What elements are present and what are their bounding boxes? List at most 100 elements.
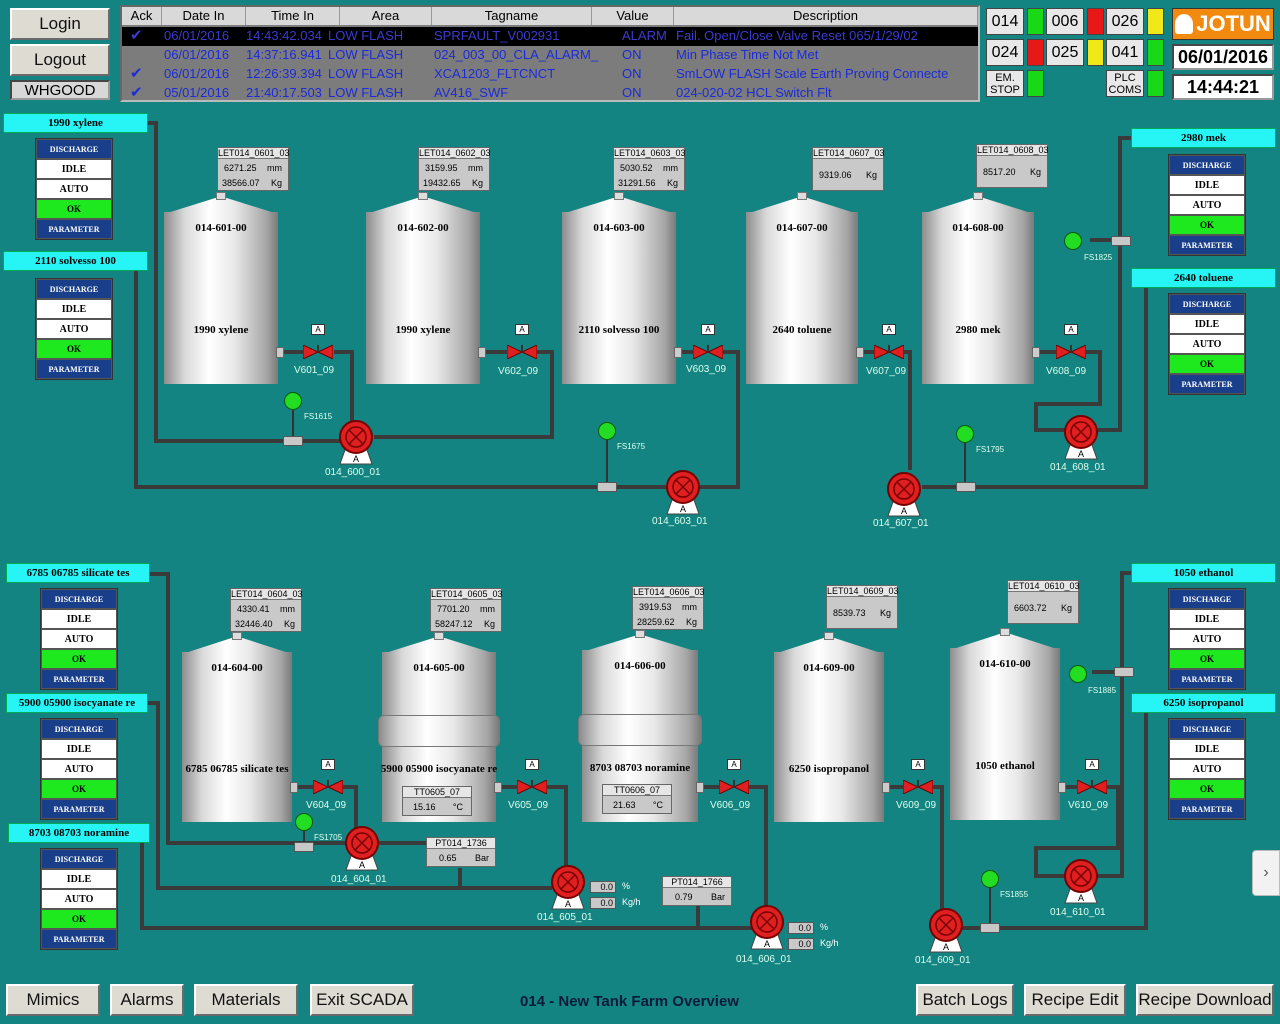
discharge-button[interactable]: DISCHARGE [1169,155,1245,175]
pump-tag: 014_606_01 [736,954,792,965]
flow-switch-lamp[interactable] [1069,665,1087,683]
mass-unit: Kg [666,178,678,188]
level-display[interactable]: LET014_0602_03 3159.95 mm 19432.65 Kg [418,147,491,191]
parameter-button[interactable]: PARAMETER [1169,374,1245,394]
outlet-valve-icon[interactable] [312,776,344,795]
transfer-pump-icon[interactable]: A [551,865,585,911]
tank-vent-icon [797,192,807,200]
parameter-button[interactable]: PARAMETER [1169,669,1245,689]
outlet-valve-icon[interactable] [902,776,934,795]
alarms-button[interactable]: Alarms [110,984,184,1016]
flow-switch-lamp[interactable] [1064,232,1082,250]
parameter-button[interactable]: PARAMETER [1169,235,1245,255]
batch-logs-button[interactable]: Batch Logs [916,984,1014,1016]
pump-tag: 014_603_01 [652,516,708,527]
transfer-pump-icon[interactable]: A [750,905,784,951]
discharge-button[interactable]: DISCHARGE [36,279,112,299]
discharge-button[interactable]: DISCHARGE [41,589,117,609]
level-display[interactable]: LET014_0605_03 7701.20 mm 58247.12 Kg [430,588,503,632]
product-label[interactable]: 6250 isopropanol [1131,693,1276,713]
storage-tank[interactable]: 014-604-00 6785 06785 silicate tes [182,632,292,822]
parameter-button[interactable]: PARAMETER [1169,799,1245,819]
temperature-value: 21.63 [613,800,636,810]
outlet-valve-icon[interactable] [718,776,750,795]
outlet-valve-icon[interactable] [692,341,724,360]
level-display[interactable]: LET014_0610_03 6603.72 Kg [1007,580,1080,624]
transfer-pump-icon[interactable]: A [345,826,379,872]
storage-tank[interactable]: 014-603-00 2110 solvesso 100 [562,192,676,384]
tank-id: 014-601-00 [195,222,247,234]
discharge-button[interactable]: DISCHARGE [36,139,112,159]
product-label[interactable]: 2980 mek [1131,128,1276,148]
discharge-button[interactable]: DISCHARGE [1169,719,1245,739]
product-label[interactable]: 2640 toluene [1131,268,1276,288]
pressure-display[interactable]: PT014_1736 0.65 Bar [426,837,496,867]
svg-text:A: A [764,939,770,949]
mimics-button[interactable]: Mimics [6,984,100,1016]
transfer-pump-icon[interactable]: A [339,420,373,466]
transfer-pump-icon[interactable]: A [666,470,700,516]
transfer-pump-icon[interactable]: A [1064,415,1098,461]
mass-unit: Kg [1029,167,1041,177]
flow-switch-lamp[interactable] [956,425,974,443]
tank-id: 014-604-00 [211,662,263,674]
parameter-button[interactable]: PARAMETER [36,219,112,239]
temperature-display[interactable]: TT0605_07 15.16 °C [402,786,472,816]
parameter-button[interactable]: PARAMETER [36,359,112,379]
level-display[interactable]: LET014_0609_03 8539.73 Kg [826,585,899,629]
valve-mode-indicator: A [1085,759,1099,770]
parameter-button[interactable]: PARAMETER [41,799,117,819]
materials-button[interactable]: Materials [194,984,298,1016]
discharge-button[interactable]: DISCHARGE [1169,294,1245,314]
recipe-edit-button[interactable]: Recipe Edit [1024,984,1126,1016]
tank-vent-icon [973,192,983,200]
flow-switch-lamp[interactable] [981,870,999,888]
level-display[interactable]: LET014_0604_03 4330.41 mm 32446.40 Kg [230,588,303,632]
level-display[interactable]: LET014_0601_03 6271.25 mm 38566.07 Kg [217,147,290,191]
transfer-pump-icon[interactable]: A [887,472,921,518]
transfer-pump-icon[interactable]: A [1064,859,1098,905]
storage-tank[interactable]: 014-601-00 1990 xylene [164,192,278,384]
parameter-button[interactable]: PARAMETER [41,669,117,689]
level-display[interactable]: LET014_0603_03 5030.52 mm 31291.56 Kg [613,147,686,191]
idle-status: IDLE [36,159,112,179]
product-label[interactable]: 5900 05900 isocyanate re [6,693,148,713]
product-label[interactable]: 1050 ethanol [1131,563,1276,583]
side-panel-toggle[interactable]: › [1252,850,1280,896]
discharge-button[interactable]: DISCHARGE [1169,589,1245,609]
outlet-valve-icon[interactable] [1055,341,1087,360]
mass-unit: Kg [483,619,495,629]
tank-id: 014-608-00 [952,222,1004,234]
flow-switch-lamp[interactable] [295,813,313,831]
recipe-download-button[interactable]: Recipe Download [1136,984,1274,1016]
level-display[interactable]: LET014_0606_03 3919.53 mm 28259.62 Kg [632,586,705,630]
storage-tank[interactable]: 014-602-00 1990 xylene [366,192,480,384]
level-tag: LET014_0601_03 [218,148,290,159]
exit-scada-button[interactable]: Exit SCADA [310,984,414,1016]
outlet-valve-icon[interactable] [302,341,334,360]
outlet-valve-icon[interactable] [1076,776,1108,795]
storage-tank[interactable]: 014-609-00 6250 isopropanol [774,632,884,822]
outlet-valve-icon[interactable] [873,341,905,360]
flow-switch-lamp[interactable] [284,392,302,410]
product-label[interactable]: 6785 06785 silicate tes [6,563,150,583]
parameter-button[interactable]: PARAMETER [41,929,117,949]
valve-tag: V609_09 [896,800,937,811]
product-label[interactable]: 1990 xylene [3,113,148,133]
level-display[interactable]: LET014_0607_03 9319.06 Kg [812,147,885,191]
discharge-button[interactable]: DISCHARGE [41,719,117,739]
discharge-button[interactable]: DISCHARGE [41,849,117,869]
level-display[interactable]: LET014_0608_03 8517.20 Kg [976,144,1049,188]
product-label[interactable]: 2110 solvesso 100 [3,251,148,271]
storage-tank[interactable]: 014-608-00 2980 mek [922,192,1034,384]
storage-tank[interactable]: 014-607-00 2640 toluene [746,192,858,384]
storage-tank[interactable]: 014-610-00 1050 ethanol [950,628,1060,820]
outlet-valve-icon[interactable] [516,776,548,795]
mass-value: 38566.07 [222,178,260,188]
transfer-pump-icon[interactable]: A [929,908,963,954]
product-label[interactable]: 8703 08703 noramine [8,823,150,843]
pressure-display[interactable]: PT014_1766 0.79 Bar [662,876,732,906]
temperature-display[interactable]: TT0606_07 21.63 °C [602,784,672,814]
flow-switch-lamp[interactable] [598,422,616,440]
outlet-valve-icon[interactable] [506,341,538,360]
